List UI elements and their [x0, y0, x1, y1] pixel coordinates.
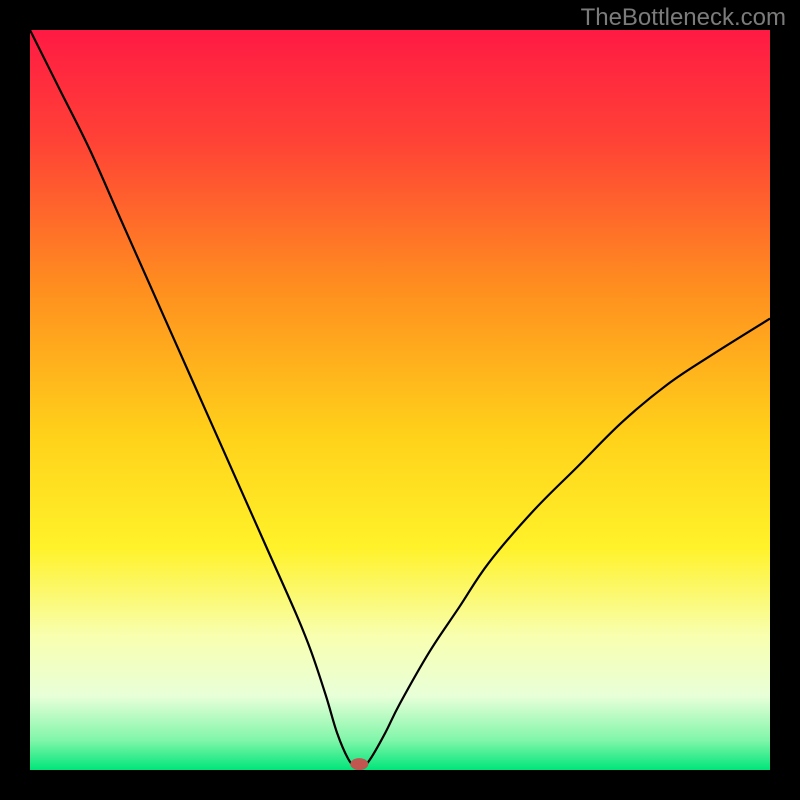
chart-svg: [30, 30, 770, 770]
chart-plot-area: [30, 30, 770, 770]
optimal-point-marker: [350, 758, 368, 770]
gradient-background: [30, 30, 770, 770]
chart-frame: TheBottleneck.com: [0, 0, 800, 800]
watermark-text: TheBottleneck.com: [581, 4, 786, 32]
